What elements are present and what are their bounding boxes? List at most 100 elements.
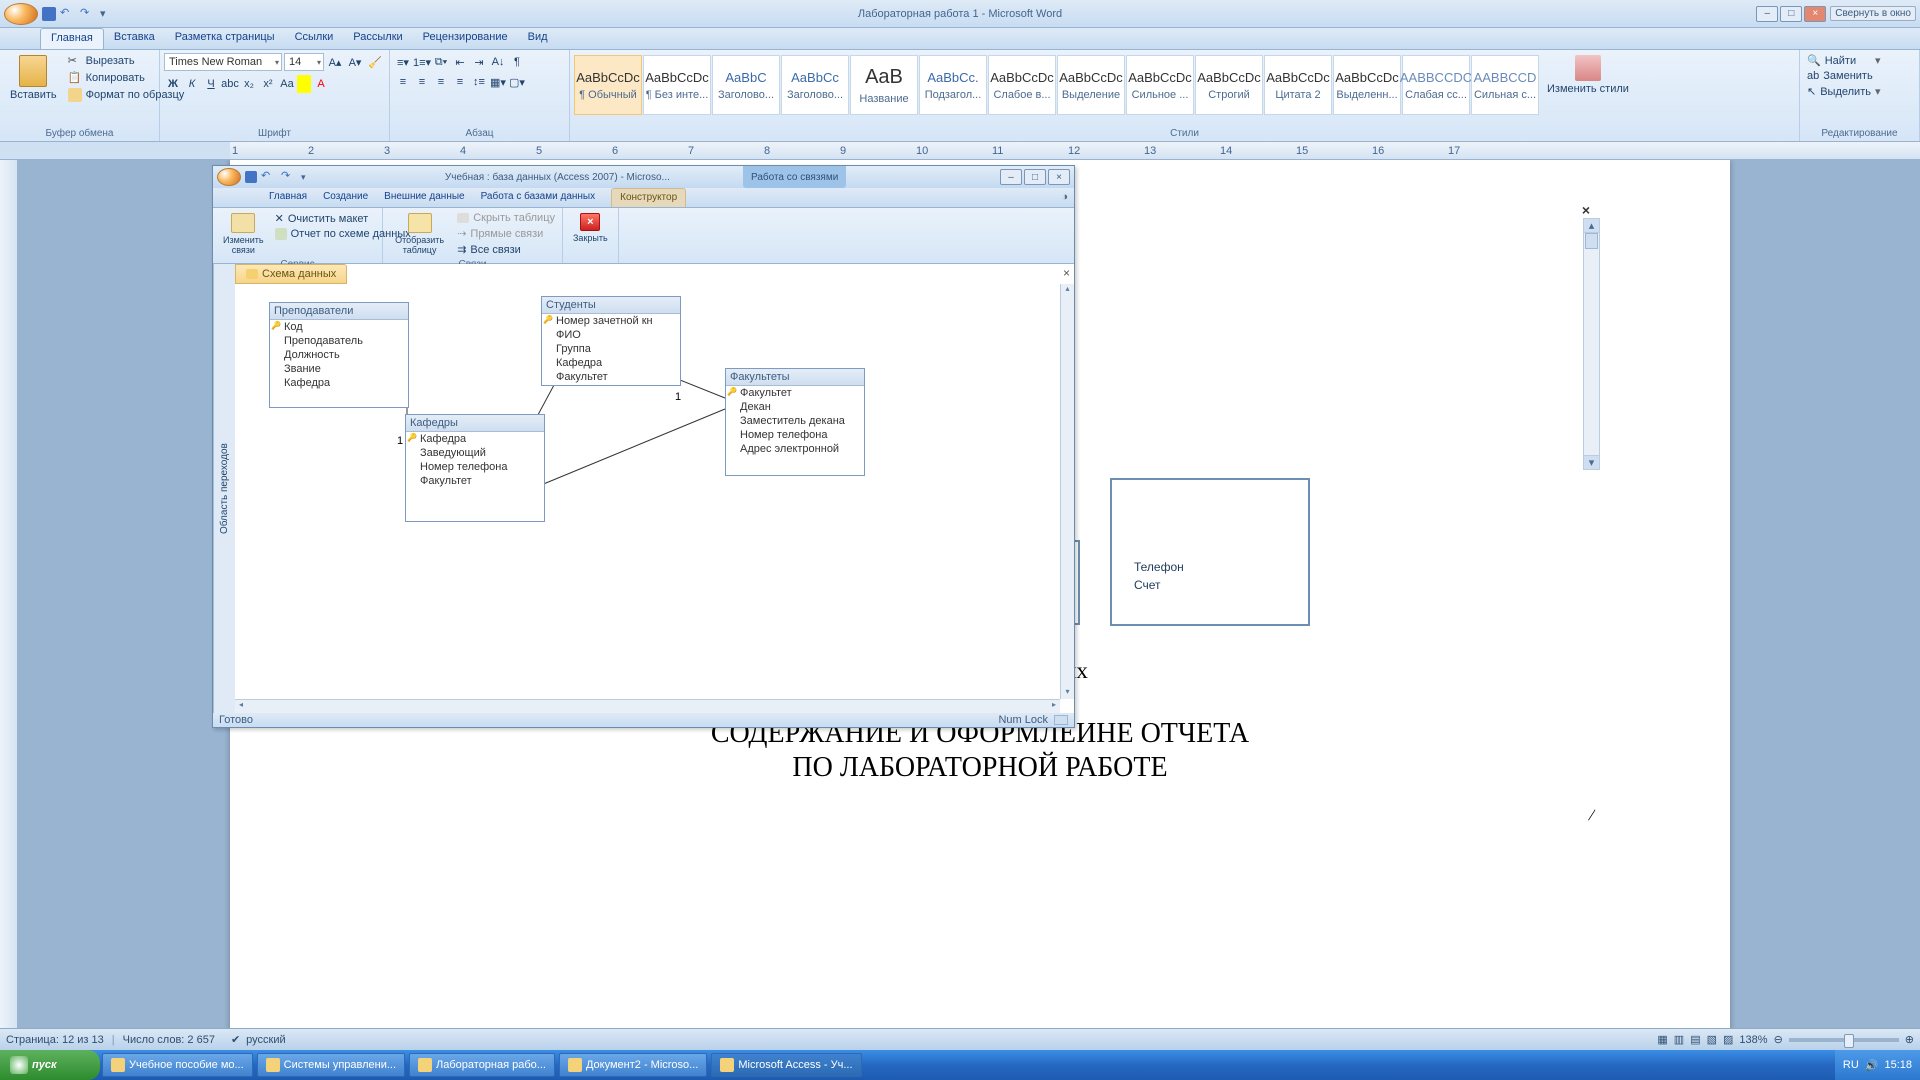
tab-insert[interactable]: Вставка [104,28,165,49]
table-prep[interactable]: Преподаватели КодПреподавательДолжностьЗ… [269,302,409,408]
tray-volume-icon[interactable]: 🔊 [1865,1059,1879,1072]
access-office-button[interactable] [217,168,241,186]
view-outline-icon[interactable]: ▧ [1707,1033,1717,1046]
style-item[interactable]: AaBbCcDcВыделение [1057,55,1125,115]
find-button[interactable]: 🔍Найти▾ [1804,53,1884,68]
style-item[interactable]: AaBbCcDcСильное ... [1126,55,1194,115]
system-tray[interactable]: RU 🔊 15:18 [1835,1050,1920,1080]
ruler-vertical[interactable] [0,160,18,1058]
clear-format-button[interactable]: 🧹 [366,53,384,71]
access-undo-icon[interactable] [261,169,277,185]
save-icon[interactable] [42,7,56,21]
table-fac[interactable]: Факультеты ФакультетДеканЗаместитель дек… [725,368,865,476]
justify-button[interactable]: ≡ [451,73,469,91]
style-item[interactable]: AaBНазвание [850,55,918,115]
table-field[interactable]: ФИО [542,328,680,342]
show-marks-button[interactable]: ¶ [508,53,526,71]
all-relations-button[interactable]: ⇉Все связи [454,242,558,257]
access-minimize-button[interactable]: – [1000,169,1022,185]
style-item[interactable]: AaBbCcDcЦитата 2 [1264,55,1332,115]
align-left-button[interactable]: ≡ [394,73,412,91]
style-item[interactable]: AaBbCcDcВыделенн... [1333,55,1401,115]
highlight-button[interactable] [297,75,311,93]
numbering-button[interactable]: 1≡▾ [413,53,431,71]
access-tab-home[interactable]: Главная [261,188,315,207]
status-page[interactable]: Страница: 12 из 13 [6,1034,104,1046]
multilevel-button[interactable]: ⧉▾ [432,53,450,71]
schema-close[interactable]: × [1063,266,1070,280]
redo-icon[interactable] [80,6,96,22]
schema-canvas[interactable]: Схема данных × ∞1 ∞ ∞1 ∞ Преподаватели К… [235,264,1074,713]
start-button[interactable]: пуск [0,1050,100,1080]
access-maximize-button[interactable]: □ [1024,169,1046,185]
proofing-icon[interactable]: ✔ [231,1033,240,1046]
tray-lang[interactable]: RU [1843,1059,1859,1071]
paste-button[interactable]: Вставить [4,53,63,126]
access-close-button[interactable]: × [1048,169,1070,185]
align-right-button[interactable]: ≡ [432,73,450,91]
inner-scrollbar-v[interactable]: ▴ ▾ [1583,218,1600,470]
close-relations-button[interactable]: × Закрыть [567,211,614,248]
view-draft-icon[interactable]: ▨ [1723,1033,1733,1046]
style-item[interactable]: AaBbCcDcСлабое в... [988,55,1056,115]
tab-layout[interactable]: Разметка страницы [165,28,285,49]
font-size-select[interactable]: 14 [284,53,324,71]
nav-pane-collapsed[interactable]: Область переходов [213,264,235,713]
indent-inc-button[interactable]: ⇥ [470,53,488,71]
view-full-icon[interactable]: ▥ [1674,1033,1684,1046]
change-styles-button[interactable]: Изменить стили [1541,53,1635,126]
taskbar-item[interactable]: Документ2 - Microso... [559,1053,707,1077]
font-name-select[interactable]: Times New Roman [164,53,282,71]
table-field[interactable]: Номер телефона [726,428,864,442]
style-item[interactable]: AaBbCc.Подзагол... [919,55,987,115]
tray-clock[interactable]: 15:18 [1884,1059,1912,1071]
style-item[interactable]: AaBbCcDc¶ Обычный [574,55,642,115]
zoom-in-button[interactable]: ⊕ [1905,1033,1914,1046]
show-table-button[interactable]: Отобразить таблицу [387,211,452,257]
schema-scroll-h[interactable]: ◂ ▸ [235,699,1060,713]
inner-window-close[interactable]: × [1582,202,1590,218]
table-field[interactable]: Факультет [726,386,864,400]
bold-button[interactable]: Ж [164,75,182,93]
schema-scroll-v[interactable]: ▴ ▾ [1060,284,1074,699]
access-tab-dbtools[interactable]: Работа с базами данных [473,188,604,207]
edit-relation-button[interactable]: Изменить связи [217,211,270,257]
italic-button[interactable]: К [183,75,201,93]
status-words[interactable]: Число слов: 2 657 [123,1034,215,1046]
replace-button[interactable]: abЗаменить [1804,69,1884,83]
table-field[interactable]: Номер телефона [406,460,544,474]
access-tab-external[interactable]: Внешние данные [376,188,472,207]
view-print-icon[interactable]: ▦ [1657,1033,1667,1046]
grow-font-button[interactable]: A▴ [326,53,344,71]
select-button[interactable]: ↖Выделить▾ [1804,84,1884,99]
style-gallery[interactable]: AaBbCcDc¶ ОбычныйAaBbCcDc¶ Без инте...Aa… [574,53,1539,117]
superscript-button[interactable]: x² [259,75,277,93]
table-field[interactable]: Декан [726,400,864,414]
maximize-button[interactable]: □ [1780,6,1802,22]
zoom-value[interactable]: 138% [1739,1034,1767,1046]
taskbar-item[interactable]: Microsoft Access - Уч... [711,1053,861,1077]
style-item[interactable]: AaBbCЗаголово... [712,55,780,115]
access-qat-more-icon[interactable]: ▾ [301,172,306,183]
tab-mailings[interactable]: Рассылки [343,28,412,49]
office-button[interactable] [4,3,38,25]
line-spacing-button[interactable]: ↕≡ [470,73,488,91]
tab-review[interactable]: Рецензирование [413,28,518,49]
style-item[interactable]: AaBbCcDc¶ Без инте... [643,55,711,115]
bullets-button[interactable]: ≡▾ [394,53,412,71]
zoom-out-button[interactable]: ⊖ [1774,1033,1783,1046]
ruler-horizontal[interactable]: 1234567891011121314151617 [0,142,1920,160]
table-field[interactable]: Звание [270,362,408,376]
table-field[interactable]: Факультет [542,370,680,384]
taskbar-item[interactable]: Учебное пособие мо... [102,1053,253,1077]
undo-icon[interactable] [60,6,76,22]
table-field[interactable]: Адрес электронной [726,442,864,456]
table-field[interactable]: Номер зачетной кн [542,314,680,328]
sort-button[interactable]: A↓ [489,53,507,71]
underline-button[interactable]: Ч [202,75,220,93]
close-button[interactable]: × [1804,6,1826,22]
table-stud[interactable]: Студенты Номер зачетной кнФИОГруппаКафед… [541,296,681,386]
style-item[interactable]: AABBCCDСильная с... [1471,55,1539,115]
tab-references[interactable]: Ссылки [285,28,344,49]
style-item[interactable]: AaBbCcDcСтрогий [1195,55,1263,115]
